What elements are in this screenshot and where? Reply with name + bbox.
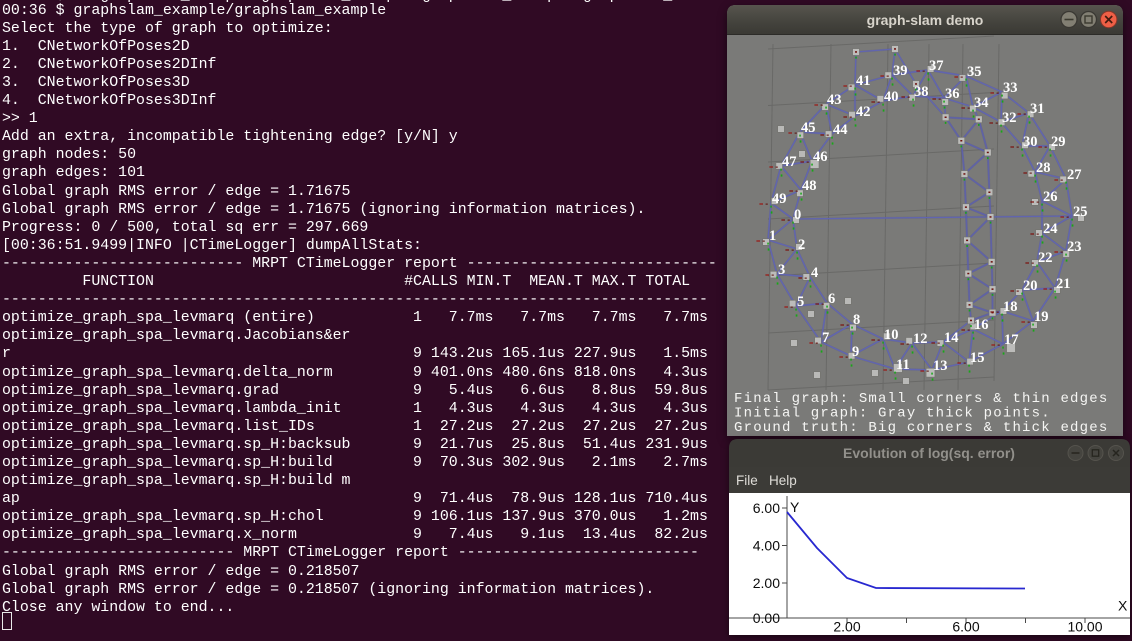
- svg-text:11: 11: [896, 357, 910, 373]
- svg-text:2: 2: [798, 237, 805, 253]
- svg-text:27: 27: [1067, 167, 1082, 183]
- svg-text:6.00: 6.00: [952, 619, 979, 635]
- svg-text:19: 19: [1034, 309, 1049, 325]
- svg-text:12: 12: [913, 331, 928, 347]
- svg-text:1: 1: [769, 228, 776, 244]
- svg-text:29: 29: [1051, 134, 1066, 150]
- svg-text:43: 43: [827, 92, 842, 108]
- svg-text:46: 46: [813, 149, 828, 165]
- svg-text:44: 44: [833, 122, 848, 138]
- svg-text:4: 4: [811, 265, 818, 281]
- svg-text:16: 16: [974, 317, 989, 333]
- svg-text:5: 5: [797, 294, 804, 310]
- svg-text:4.00: 4.00: [753, 538, 780, 554]
- svg-text:13: 13: [933, 358, 948, 374]
- svg-text:18: 18: [1003, 299, 1018, 315]
- svg-text:47: 47: [782, 154, 797, 170]
- svg-text:9: 9: [852, 344, 859, 360]
- svg-text:41: 41: [856, 73, 871, 89]
- svg-text:0.00: 0.00: [753, 610, 780, 626]
- svg-text:2.00: 2.00: [753, 575, 780, 591]
- svg-text:X: X: [1118, 598, 1128, 614]
- svg-text:File: File: [736, 473, 758, 488]
- svg-text:6: 6: [828, 291, 835, 307]
- svg-text:28: 28: [1036, 160, 1051, 176]
- svg-text:25: 25: [1073, 204, 1088, 220]
- svg-text:10: 10: [884, 327, 899, 343]
- svg-text:35: 35: [967, 64, 982, 80]
- svg-text:36: 36: [945, 86, 960, 102]
- svg-text:30: 30: [1023, 134, 1038, 150]
- svg-text:15: 15: [970, 350, 985, 366]
- svg-text:17: 17: [1004, 332, 1019, 348]
- svg-text:3: 3: [778, 262, 785, 278]
- svg-text:14: 14: [944, 330, 959, 346]
- svg-text:38: 38: [914, 84, 929, 100]
- svg-text:42: 42: [856, 104, 871, 120]
- svg-text:33: 33: [1003, 80, 1018, 96]
- svg-text:graph-slam demo: graph-slam demo: [867, 12, 984, 28]
- svg-text:Final graph: Small corners & t: Final graph: Small corners & thin edges: [734, 391, 1108, 407]
- svg-text:0: 0: [794, 207, 801, 223]
- svg-text:22: 22: [1038, 250, 1053, 266]
- svg-text:2.00: 2.00: [833, 619, 860, 635]
- svg-text:6.00: 6.00: [753, 500, 780, 516]
- svg-text:20: 20: [1023, 278, 1038, 294]
- svg-text:32: 32: [1002, 110, 1017, 126]
- svg-text:7: 7: [822, 330, 829, 346]
- svg-text:45: 45: [801, 120, 816, 136]
- svg-text:10.00: 10.00: [1067, 619, 1102, 635]
- svg-text:23: 23: [1067, 239, 1082, 255]
- svg-text:24: 24: [1043, 221, 1058, 237]
- svg-text:Ground truth: Big corners & th: Ground truth: Big corners & thick edges: [734, 420, 1108, 436]
- svg-text:48: 48: [802, 178, 817, 194]
- svg-text:21: 21: [1056, 276, 1071, 292]
- svg-text:39: 39: [893, 63, 908, 79]
- svg-text:40: 40: [884, 89, 899, 105]
- svg-text:Y: Y: [790, 499, 800, 515]
- svg-text:Evolution of log(sq. error): Evolution of log(sq. error): [843, 445, 1015, 461]
- svg-text:26: 26: [1043, 189, 1058, 205]
- svg-text:31: 31: [1030, 101, 1045, 117]
- svg-text:49: 49: [772, 191, 787, 207]
- svg-text:8: 8: [853, 312, 860, 328]
- svg-text:37: 37: [929, 58, 944, 74]
- svg-text:Help: Help: [769, 473, 797, 488]
- svg-text:34: 34: [974, 95, 989, 111]
